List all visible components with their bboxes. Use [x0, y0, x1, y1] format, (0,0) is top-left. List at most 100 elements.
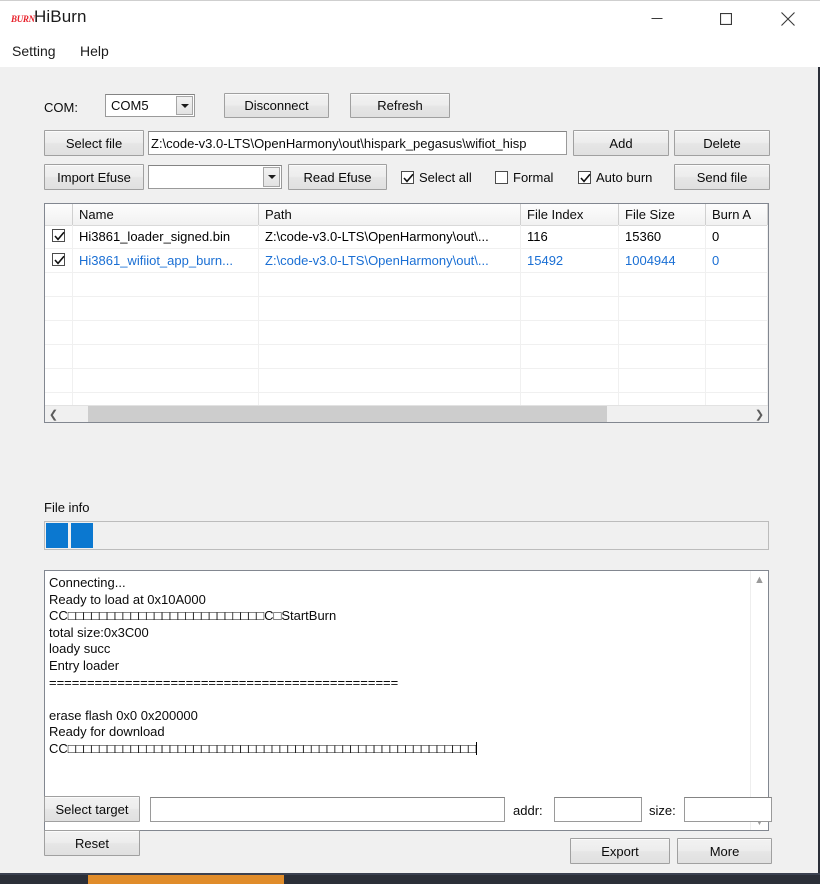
table-row[interactable]: Hi3861_wifiiot_app_burn... Z:\code-v3.0-L…: [45, 249, 768, 273]
menu-bar: Setting Help: [0, 37, 820, 67]
maximize-button[interactable]: [703, 1, 749, 37]
empty-cell: [45, 273, 73, 296]
log-output[interactable]: Connecting... Ready to load at 0x10A000 …: [44, 570, 769, 831]
close-button[interactable]: [765, 1, 811, 37]
checkbox-box: [401, 170, 414, 184]
row-checkbox[interactable]: [45, 225, 73, 248]
check-icon: [580, 173, 591, 183]
select-file-button[interactable]: Select file: [44, 130, 144, 156]
scrollbar-thumb[interactable]: [88, 406, 608, 422]
file-path-input[interactable]: Z:\code-v3.0-LTS\OpenHarmony\out\hispark…: [148, 131, 567, 155]
empty-cell: [73, 345, 259, 368]
add-button-label: Add: [609, 136, 633, 151]
com-port-select[interactable]: COM5: [105, 94, 195, 117]
empty-cell: [619, 321, 706, 344]
empty-cell: [706, 369, 768, 392]
chevron-down-icon[interactable]: [263, 167, 280, 187]
hiburn-window: BURN HiBurn Setting Help COM: COM5 Disco…: [0, 0, 820, 884]
file-list-column-header[interactable]: File Size: [619, 204, 706, 225]
log-vertical-scrollbar[interactable]: ▲ ▼: [750, 571, 768, 830]
size-input[interactable]: [684, 797, 772, 822]
com-port-value: COM5: [111, 98, 149, 113]
file-list-column-header[interactable]: Path: [259, 204, 521, 225]
import-efuse-button[interactable]: Import Efuse: [44, 164, 144, 190]
checkbox-box: [578, 170, 591, 184]
table-row[interactable]: [45, 297, 768, 321]
empty-cell: [45, 345, 73, 368]
file-list-column-header[interactable]: Name: [73, 204, 259, 225]
more-button[interactable]: More: [677, 838, 772, 864]
file-list-column-header[interactable]: Burn A: [706, 204, 768, 225]
check-icon: [403, 173, 414, 183]
empty-cell: [521, 273, 619, 296]
export-button[interactable]: Export: [570, 838, 670, 864]
log-line: loady succ: [49, 641, 111, 657]
target-input[interactable]: [150, 797, 505, 822]
progress-block: [46, 523, 68, 548]
log-line: total size:0x3C00: [49, 624, 149, 640]
file-list-column-header[interactable]: [45, 204, 73, 225]
log-line: Connecting...: [49, 575, 126, 590]
auto-burn-label: Auto burn: [596, 169, 653, 185]
empty-cell: [45, 321, 73, 344]
maximize-icon: [720, 13, 732, 25]
file-list-column-header[interactable]: File Index: [521, 204, 619, 225]
formal-checkbox[interactable]: Formal: [495, 169, 553, 185]
auto-burn-checkbox[interactable]: Auto burn: [578, 169, 652, 185]
taskbar-active-app-indicator: [88, 875, 284, 884]
addr-input[interactable]: [554, 797, 642, 822]
log-line: ========================================…: [49, 674, 399, 690]
read-efuse-button[interactable]: Read Efuse: [288, 164, 387, 190]
row-checkbox[interactable]: [45, 249, 73, 272]
minimize-button[interactable]: [634, 1, 680, 37]
size-label: size:: [649, 803, 676, 818]
cell-path: Z:\code-v3.0-LTS\OpenHarmony\out\...: [259, 249, 521, 272]
chevron-right-icon[interactable]: ❯: [751, 406, 768, 422]
taskbar: [0, 873, 820, 884]
check-icon: [54, 255, 65, 265]
delete-button-label: Delete: [703, 136, 741, 151]
reset-button-label: Reset: [75, 836, 109, 851]
log-line: CC□□□□□□□□□□□□□□□□□□□□□□□□□C□StartBurn: [49, 608, 337, 624]
hiburn-app-icon: BURN: [11, 14, 35, 24]
select-target-button[interactable]: Select target: [44, 796, 140, 822]
table-row[interactable]: [45, 273, 768, 297]
chevron-left-icon[interactable]: ❮: [45, 406, 62, 422]
window-title: HiBurn: [34, 7, 87, 26]
menu-item-setting[interactable]: Setting: [8, 40, 60, 63]
empty-cell: [619, 369, 706, 392]
empty-cell: [259, 321, 521, 344]
empty-cell: [73, 297, 259, 320]
chevron-up-icon[interactable]: ▲: [751, 571, 768, 588]
empty-cell: [706, 321, 768, 344]
burn-progress-bar: [44, 521, 769, 550]
table-row[interactable]: [45, 321, 768, 345]
cell-file-index: 15492: [521, 249, 619, 272]
refresh-button[interactable]: Refresh: [350, 93, 450, 118]
select-all-label: Select all: [419, 169, 472, 185]
select-all-checkbox[interactable]: Select all: [401, 169, 472, 185]
disconnect-button-label: Disconnect: [244, 98, 309, 113]
efuse-select[interactable]: [148, 165, 282, 189]
chevron-down-icon[interactable]: [176, 96, 193, 115]
read-efuse-button-label: Read Efuse: [303, 170, 372, 185]
file-list[interactable]: Name Path File Index File Size Burn A Hi3861…: [44, 203, 769, 423]
empty-cell: [45, 297, 73, 320]
table-row[interactable]: Hi3861_loader_signed.bin Z:\code-v3.0-LTS…: [45, 225, 768, 249]
menu-item-help[interactable]: Help: [76, 40, 113, 63]
file-list-horizontal-scrollbar[interactable]: ❮ ❯: [45, 405, 768, 422]
file-list-body[interactable]: Hi3861_loader_signed.bin Z:\code-v3.0-LTS…: [45, 225, 768, 422]
select-file-button-label: Select file: [65, 136, 123, 151]
table-row[interactable]: [45, 345, 768, 369]
cell-file-size: 1004944: [619, 249, 706, 272]
delete-button[interactable]: Delete: [674, 130, 770, 156]
text-caret: [476, 741, 478, 755]
empty-cell: [706, 297, 768, 320]
table-row[interactable]: [45, 369, 768, 393]
add-button[interactable]: Add: [573, 130, 669, 156]
empty-cell: [619, 273, 706, 296]
disconnect-button[interactable]: Disconnect: [224, 93, 329, 118]
reset-button[interactable]: Reset: [44, 830, 140, 856]
send-file-button[interactable]: Send file: [674, 164, 770, 190]
cell-file-index: 116: [521, 225, 619, 248]
